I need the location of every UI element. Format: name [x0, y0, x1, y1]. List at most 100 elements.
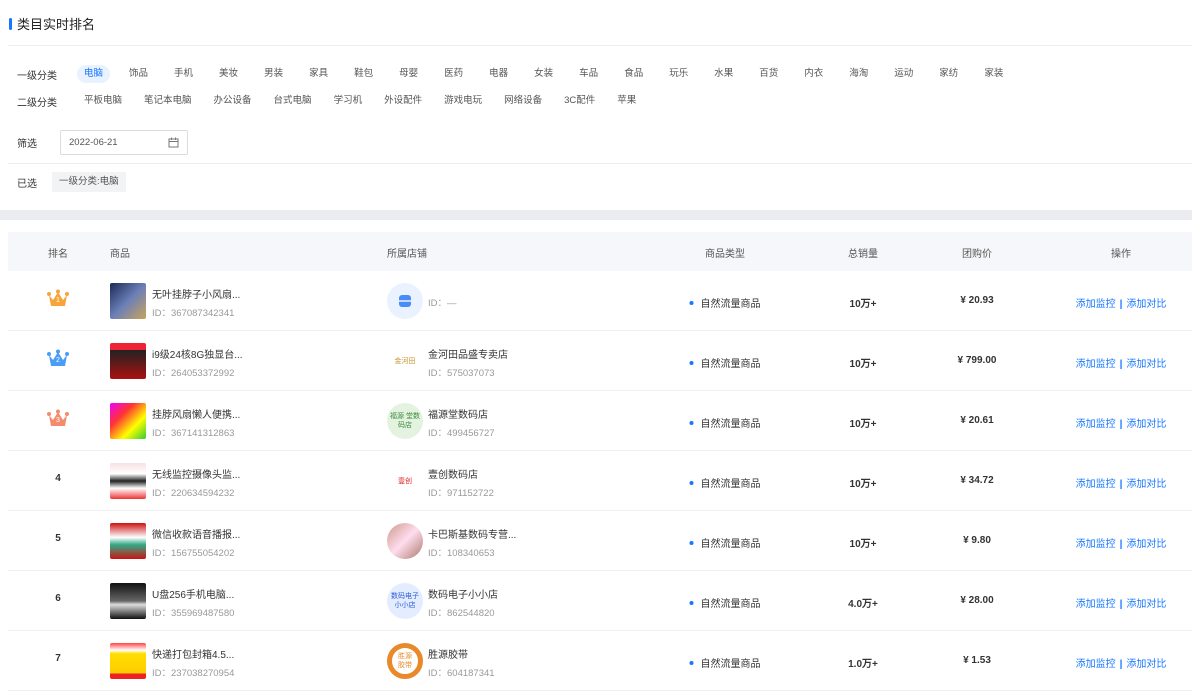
- divider: [8, 45, 1192, 46]
- level1-category[interactable]: 玩乐: [662, 65, 695, 83]
- product-thumbnail[interactable]: [110, 403, 146, 439]
- add-compare-link[interactable]: 添加对比: [1126, 659, 1166, 670]
- level1-category[interactable]: 车品: [572, 65, 605, 83]
- level2-category[interactable]: 外设配件: [377, 92, 429, 110]
- group-price: ¥ 1.53: [963, 655, 991, 666]
- total-sales: 4.0万+: [848, 599, 878, 610]
- level1-category[interactable]: 电脑: [77, 65, 111, 83]
- level2-category[interactable]: 笔记本电脑: [137, 92, 199, 110]
- level2-category[interactable]: 网络设备: [497, 92, 549, 110]
- level2-filter-row: 二级分类 平板电脑 笔记本电脑 办公设备 台式电脑 学习机 外设配件 游戏电玩 网络设备 3C配件…: [17, 91, 651, 111]
- shop-name[interactable]: 壹创数码店: [428, 466, 478, 481]
- product-name[interactable]: U盘256手机电脑...: [152, 586, 234, 601]
- level1-category[interactable]: 海淘: [842, 65, 875, 83]
- level1-category[interactable]: 百货: [752, 65, 785, 83]
- shop-name[interactable]: 卡巴斯基数码专营...: [428, 526, 516, 541]
- level2-category[interactable]: 台式电脑: [267, 92, 319, 110]
- product-thumbnail[interactable]: [110, 523, 146, 559]
- level2-category[interactable]: 游戏电玩: [437, 92, 489, 110]
- level2-category[interactable]: 办公设备: [207, 92, 259, 110]
- type-dot-icon: [689, 600, 694, 605]
- level1-category[interactable]: 家纺: [932, 65, 965, 83]
- add-monitor-link[interactable]: 添加监控: [1076, 479, 1116, 490]
- product-type-text: 自然流量商品: [700, 299, 761, 310]
- group-price: ¥ 799.00: [957, 355, 997, 366]
- add-monitor-link[interactable]: 添加监控: [1076, 539, 1116, 550]
- level1-category[interactable]: 手机: [167, 65, 200, 83]
- add-compare-link[interactable]: 添加对比: [1126, 539, 1166, 550]
- level1-category[interactable]: 饰品: [122, 65, 155, 83]
- product-type-text: 自然流量商品: [700, 479, 761, 490]
- action-separator: |: [1119, 479, 1123, 490]
- add-monitor-link[interactable]: 添加监控: [1076, 299, 1116, 310]
- type-dot-icon: [689, 480, 694, 485]
- add-monitor-link[interactable]: 添加监控: [1076, 359, 1116, 370]
- level2-category[interactable]: 苹果: [610, 92, 643, 110]
- shop-name[interactable]: 数码电子小小店: [428, 586, 498, 601]
- product-name[interactable]: 微信收款语音播报...: [152, 526, 240, 541]
- level2-category[interactable]: 3C配件: [557, 92, 602, 110]
- date-value: 2022-06-21: [69, 136, 118, 148]
- header-shop: 所属店铺: [387, 249, 427, 260]
- product-name[interactable]: i9级24核8G独显台...: [152, 346, 243, 361]
- product-name[interactable]: 无线监控摄像头监...: [152, 466, 240, 481]
- add-compare-link[interactable]: 添加对比: [1126, 299, 1166, 310]
- header-sales: 总销量: [848, 249, 878, 260]
- product-type: 自然流量商品: [689, 415, 761, 430]
- shop-logo: [387, 283, 423, 319]
- level1-category[interactable]: 家具: [302, 65, 335, 83]
- date-picker[interactable]: 2022-06-21: [60, 129, 188, 155]
- product-thumbnail[interactable]: [110, 643, 146, 679]
- action-separator: |: [1119, 419, 1123, 430]
- product-type-text: 自然流量商品: [700, 659, 761, 670]
- action-separator: |: [1119, 359, 1123, 370]
- row-actions: 添加监控 | 添加对比: [1076, 415, 1167, 430]
- product-name[interactable]: 无叶挂脖子小风扇...: [152, 286, 240, 301]
- add-monitor-link[interactable]: 添加监控: [1076, 599, 1116, 610]
- selected-tag[interactable]: 一级分类:电脑: [52, 172, 126, 192]
- shop-id: ID：108340653: [428, 548, 495, 559]
- level1-category[interactable]: 鞋包: [347, 65, 380, 83]
- level1-category[interactable]: 水果: [707, 65, 740, 83]
- level1-category[interactable]: 男装: [257, 65, 290, 83]
- product-type: 自然流量商品: [689, 595, 761, 610]
- level2-category[interactable]: 学习机: [327, 92, 370, 110]
- add-monitor-link[interactable]: 添加监控: [1076, 419, 1116, 430]
- level1-category[interactable]: 母婴: [392, 65, 425, 83]
- product-thumbnail[interactable]: [110, 463, 146, 499]
- shop-id: ID：499456727: [428, 428, 495, 439]
- type-dot-icon: [689, 660, 694, 665]
- level2-label: 二级分类: [17, 97, 57, 109]
- shop-id: ID：971152722: [428, 488, 494, 499]
- level2-category[interactable]: 平板电脑: [77, 92, 129, 110]
- level1-category[interactable]: 美妆: [212, 65, 245, 83]
- product-name[interactable]: 快递打包封箱4.5...: [152, 646, 234, 661]
- level1-category[interactable]: 运动: [887, 65, 920, 83]
- add-compare-link[interactable]: 添加对比: [1126, 419, 1166, 430]
- add-compare-link[interactable]: 添加对比: [1126, 359, 1166, 370]
- rank-number: 6: [55, 593, 61, 604]
- product-thumbnail[interactable]: [110, 343, 146, 379]
- page-title-text: 类目实时排名: [17, 17, 96, 32]
- header-product: 商品: [110, 249, 130, 260]
- shop-name[interactable]: 福源堂数码店: [428, 406, 488, 421]
- product-thumbnail[interactable]: [110, 283, 146, 319]
- divider: [8, 163, 1192, 164]
- add-compare-link[interactable]: 添加对比: [1126, 599, 1166, 610]
- level1-category[interactable]: 医药: [437, 65, 470, 83]
- product-id: ID：367141312863: [152, 428, 235, 439]
- add-compare-link[interactable]: 添加对比: [1126, 479, 1166, 490]
- shop-name[interactable]: 金河田品盛专卖店: [428, 346, 508, 361]
- shop-name[interactable]: 胜源胶带: [428, 646, 468, 661]
- shop-id: ID：862544820: [428, 608, 495, 619]
- product-thumbnail[interactable]: [110, 583, 146, 619]
- product-name[interactable]: 挂脖风扇懒人便携...: [152, 406, 240, 421]
- level1-category[interactable]: 女装: [527, 65, 560, 83]
- level1-category[interactable]: 内衣: [797, 65, 830, 83]
- product-type: 自然流量商品: [689, 355, 761, 370]
- add-monitor-link[interactable]: 添加监控: [1076, 659, 1116, 670]
- level1-category[interactable]: 家装: [977, 65, 1010, 83]
- row-actions: 添加监控 | 添加对比: [1076, 475, 1167, 490]
- level1-category[interactable]: 电器: [482, 65, 515, 83]
- level1-category[interactable]: 食品: [617, 65, 650, 83]
